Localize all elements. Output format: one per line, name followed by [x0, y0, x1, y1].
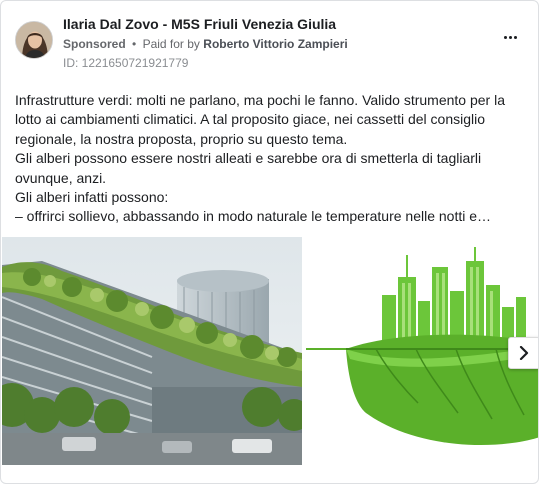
- ad-id: ID: 1221650721921779: [63, 56, 189, 70]
- chevron-right-icon: [519, 346, 529, 360]
- post-text-line: ovunque, anzi.: [15, 169, 107, 186]
- post-text-line: – offrirci sollievo, abbassando in modo …: [15, 208, 492, 225]
- author-name[interactable]: Ilaria Dal Zovo - M5S Friuli Venezia Giu…: [63, 16, 336, 32]
- more-options-button[interactable]: [498, 29, 522, 45]
- post-text-line: Gli alberi infatti possono:: [15, 189, 169, 206]
- carousel-next-button[interactable]: [508, 337, 538, 369]
- sponsored-label: Sponsored: [63, 37, 126, 51]
- post-header: Ilaria Dal Zovo - M5S Friuli Venezia Giu…: [1, 1, 538, 81]
- post-text-line: Infrastrutture verdi: molti ne parlano, …: [15, 92, 505, 108]
- paid-for-name[interactable]: Roberto Vittorio Zampieri: [203, 37, 347, 51]
- sponsored-line: Sponsored • Paid for by Roberto Vittorio…: [63, 37, 348, 51]
- author-avatar[interactable]: [15, 21, 53, 59]
- post-text-line: regionale, la nostra proposta, proprio s…: [15, 130, 348, 147]
- ad-post-card: Ilaria Dal Zovo - M5S Friuli Venezia Giu…: [0, 0, 539, 484]
- image-carousel: [1, 237, 538, 465]
- carousel-image-green-building[interactable]: [2, 237, 302, 465]
- more-options-icon: [503, 35, 507, 39]
- meta-separator: •: [132, 37, 137, 51]
- more-options-dot: [508, 35, 512, 39]
- carousel-image-leaf-city[interactable]: [306, 237, 538, 465]
- more-options-dot: [513, 35, 517, 39]
- post-text: Infrastrutture verdi: molti ne parlano, …: [15, 91, 527, 227]
- post-text-line: Gli alberi possono essere nostri alleati…: [15, 150, 482, 167]
- post-text-line: lotto ai cambiamenti climatici. A tal pr…: [15, 111, 486, 128]
- paid-for-prefix: Paid for by: [142, 37, 200, 51]
